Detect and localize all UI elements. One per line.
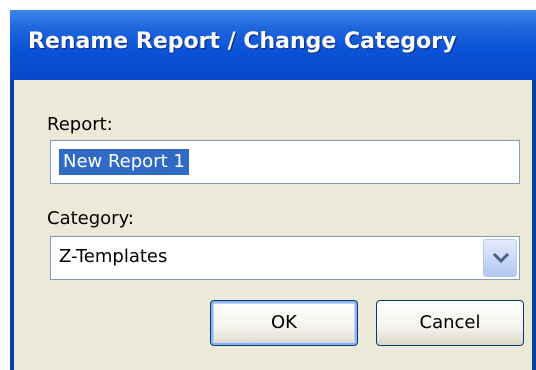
chevron-down-icon	[493, 252, 509, 264]
category-selected-value: Z-Templates	[59, 246, 168, 267]
title-bar[interactable]: Rename Report / Change Category	[10, 10, 536, 80]
report-label: Report:	[47, 114, 113, 135]
report-name-value: New Report 1	[59, 149, 189, 175]
category-select[interactable]: Z-Templates	[50, 236, 520, 280]
rename-report-dialog: Rename Report / Change Category Report: …	[10, 10, 536, 370]
dialog-title: Rename Report / Change Category	[28, 29, 457, 54]
category-label: Category:	[47, 208, 134, 229]
report-name-input[interactable]: New Report 1	[50, 140, 520, 184]
cancel-button[interactable]: Cancel	[376, 300, 524, 346]
dialog-body: Report: New Report 1 Category: Z-Templat…	[14, 80, 532, 370]
category-dropdown-button[interactable]	[483, 239, 517, 277]
ok-button[interactable]: OK	[210, 300, 358, 346]
